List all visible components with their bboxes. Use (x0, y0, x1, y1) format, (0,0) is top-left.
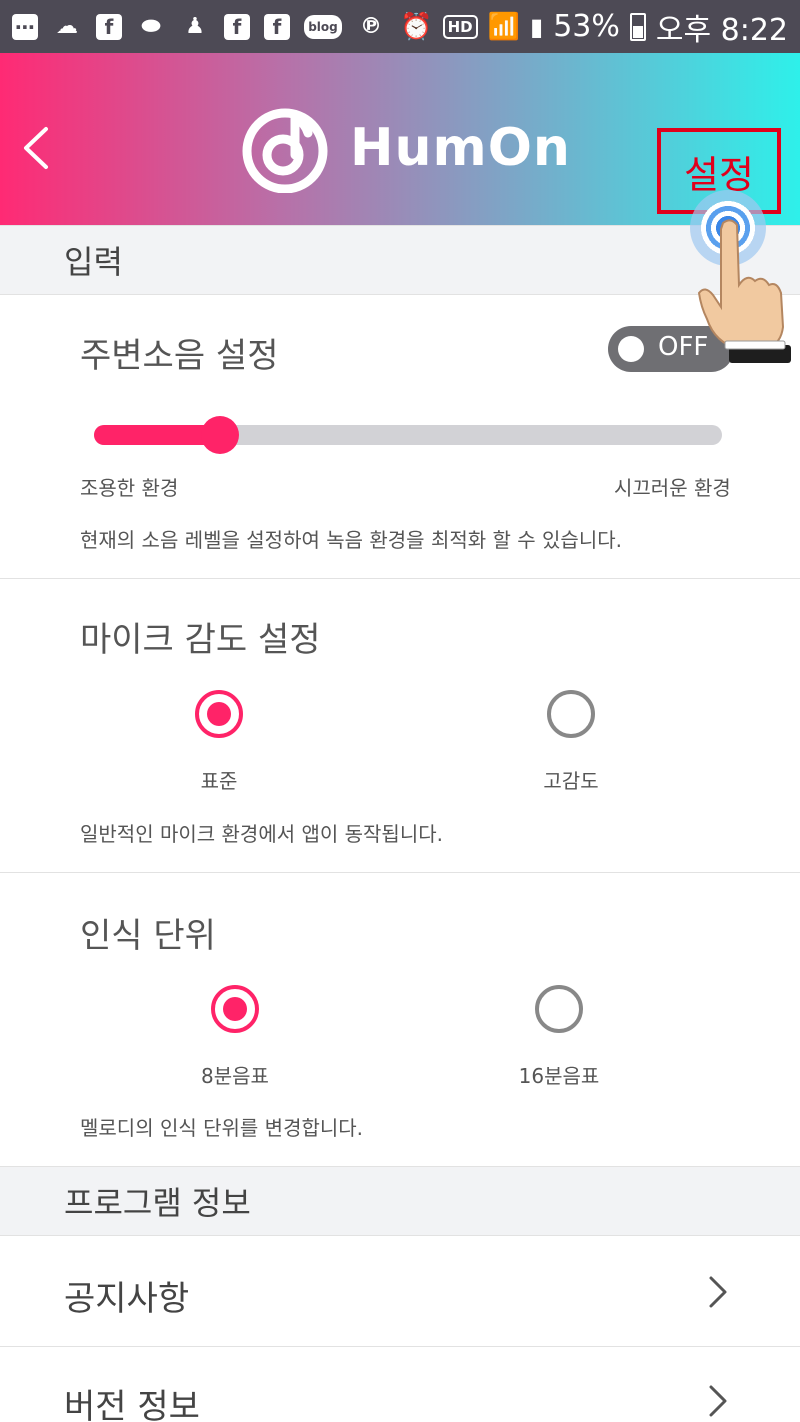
mic-option-label: 표준 (200, 769, 238, 793)
section-header-program-info: 프로그램 정보 (0, 1166, 800, 1236)
section-title: 입력 (64, 243, 123, 281)
chevron-right-icon (709, 1276, 727, 1308)
noise-level-slider[interactable] (94, 416, 722, 454)
battery-icon (629, 12, 646, 41)
slider-min-label: 조용한 환경 (80, 476, 179, 500)
back-button[interactable] (16, 123, 56, 173)
version-label: 버전 정보 (64, 1387, 200, 1422)
recognition-option-label: 8분음표 (201, 1064, 269, 1088)
system-icons: ⏰ HD 📶 ▮ 53% 오후 8:22 (400, 5, 788, 49)
chevron-right-icon (709, 1385, 727, 1417)
hd-icon: HD (442, 14, 478, 39)
slider-thumb[interactable] (200, 416, 239, 454)
facebook-icon: f (264, 13, 290, 40)
mic-radio-standard[interactable] (195, 690, 243, 738)
clock: 오후 8:22 (655, 12, 788, 48)
alarm-icon: ⏰ (400, 11, 433, 42)
pill-icon: ⬬ (141, 14, 161, 39)
noise-description: 현재의 소음 레벨을 설정하여 녹음 환경을 최적화 할 수 있습니다. (80, 528, 622, 552)
wifi-icon: 📶 (487, 11, 520, 42)
notice-label: 공지사항 (64, 1279, 190, 1319)
notification-icons: ⋯ ☁ f ⬬ ♟ f f blog ℗ (12, 12, 386, 42)
section-title: 프로그램 정보 (64, 1184, 251, 1222)
app-header: HumOn 설정 (0, 53, 800, 225)
mic-description: 일반적인 마이크 환경에서 앱이 동작됩니다. (80, 822, 443, 846)
section-header-input: 입력 (0, 225, 800, 295)
notice-row[interactable]: 공지사항 (0, 1237, 800, 1347)
slider-max-label: 시끄러운 환경 (614, 476, 731, 500)
divider (0, 872, 800, 873)
mic-option-label: 고감도 (543, 769, 599, 793)
app-name: HumOn (350, 118, 571, 178)
mic-radio-high[interactable] (547, 690, 595, 738)
pinterest-icon: ℗ (360, 14, 382, 39)
recognition-setting-title: 인식 단위 (80, 916, 216, 956)
recognition-radio-sixteenth[interactable] (535, 985, 583, 1033)
facebook-icon: f (224, 13, 250, 40)
person-icon: ♟ (185, 14, 205, 39)
blog-icon: blog (304, 14, 342, 39)
noise-setting-title: 주변소음 설정 (80, 336, 279, 376)
battery-percent: 53% (553, 9, 620, 44)
toggle-knob (618, 336, 644, 362)
status-bar: ⋯ ☁ f ⬬ ♟ f f blog ℗ ⏰ HD 📶 ▮ 53% 오후 8:2… (0, 0, 800, 53)
signal-icon: ▮ (529, 12, 544, 41)
humon-logo-icon (242, 108, 328, 193)
cloud-icon: ☁ (56, 14, 78, 39)
version-row[interactable]: 버전 정보 (0, 1347, 800, 1422)
app-logo: HumOn (240, 103, 571, 193)
recognition-radio-eighth[interactable] (211, 985, 259, 1033)
recognition-description: 멜로디의 인식 단위를 변경합니다. (80, 1116, 364, 1140)
divider (0, 578, 800, 579)
facebook-icon: f (96, 13, 122, 40)
pointing-hand-icon (697, 219, 791, 363)
mic-setting-title: 마이크 감도 설정 (80, 620, 321, 660)
message-icon: ⋯ (12, 13, 38, 40)
recognition-option-label: 16분음표 (518, 1064, 600, 1088)
